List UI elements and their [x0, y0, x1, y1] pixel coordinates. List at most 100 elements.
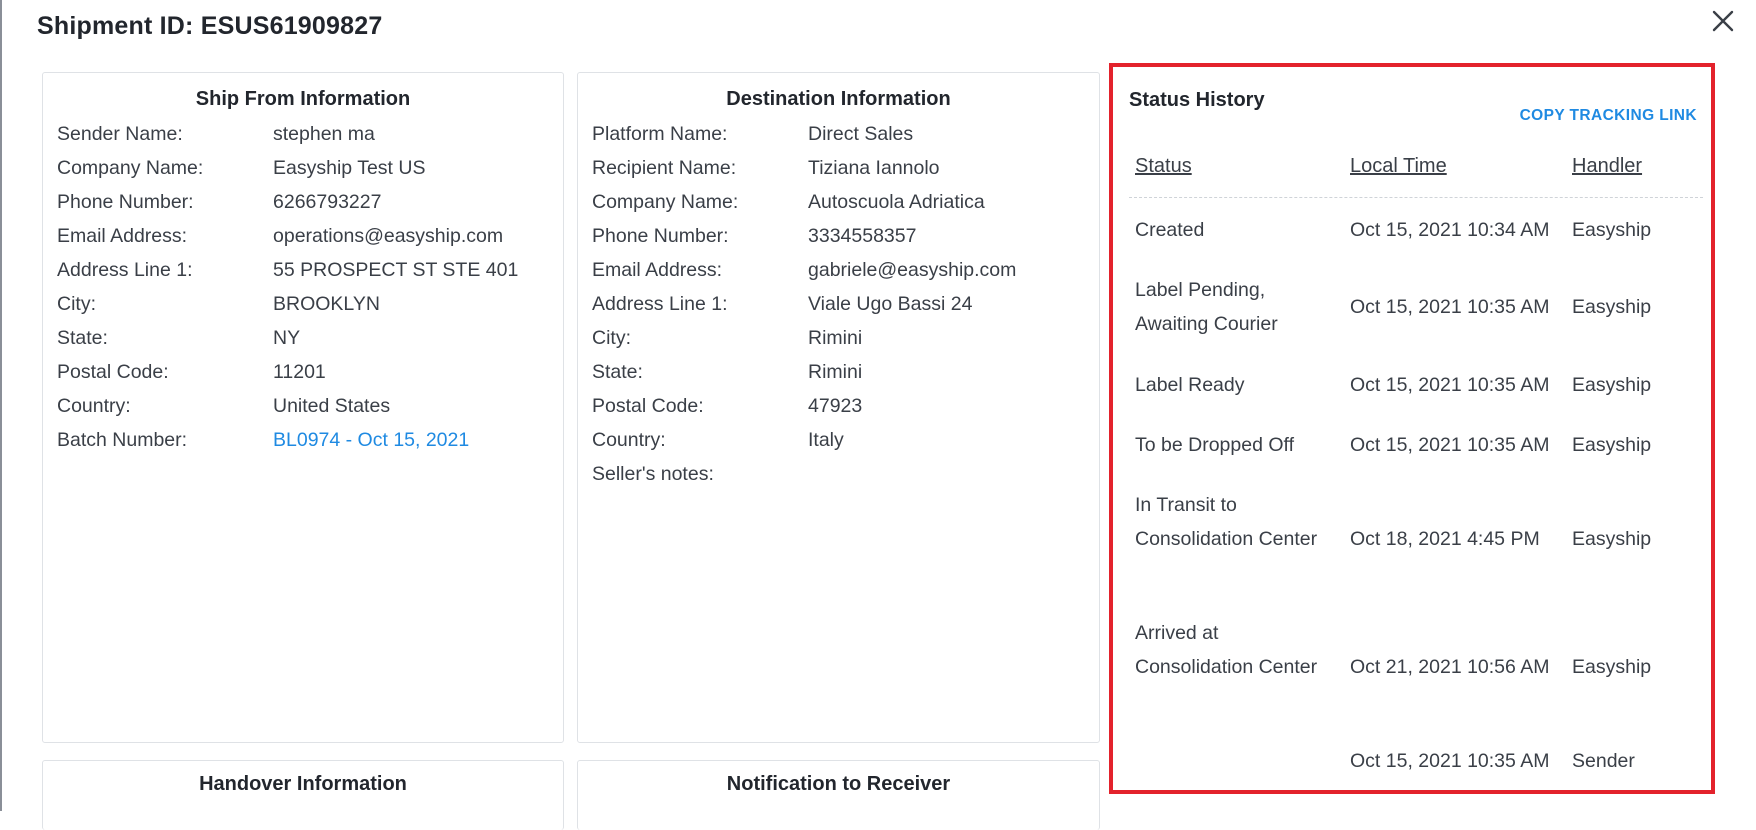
handler-cell: Easyship: [1572, 434, 1652, 456]
address-line-1-row: Address Line 1: Viale Ugo Bassi 24: [592, 293, 1089, 327]
row-label: Email Address:: [57, 225, 188, 247]
time-cell: Oct 15, 2021 10:35 AM: [1350, 434, 1550, 456]
status-cell: To be Dropped Off: [1135, 434, 1294, 456]
column-header-handler[interactable]: Handler: [1572, 155, 1642, 178]
notification-panel: Notification to Receiver: [577, 760, 1100, 830]
time-cell: Oct 18, 2021 4:45 PM: [1350, 528, 1540, 550]
row-label: Address Line 1:: [592, 293, 728, 315]
handler-cell: Easyship: [1572, 296, 1652, 318]
sender-name-row: Sender Name: stephen ma: [57, 123, 553, 157]
row-label: Platform Name:: [592, 123, 728, 145]
handler-cell: Sender: [1572, 750, 1635, 772]
destination-rows: Platform Name: Direct Sales Recipient Na…: [592, 123, 1089, 497]
handover-title: Handover Information: [199, 773, 407, 795]
close-icon: [1712, 10, 1734, 32]
time-cell: Oct 15, 2021 10:35 AM: [1350, 750, 1550, 772]
row-value: BROOKLYN: [273, 293, 380, 315]
row-value: NY: [273, 327, 301, 349]
postal-code-row: Postal Code: 47923: [592, 395, 1089, 429]
row-value: 3334558357: [808, 225, 917, 247]
time-cell: Oct 21, 2021 10:56 AM: [1350, 656, 1550, 678]
row-value: stephen ma: [273, 123, 375, 145]
status-cell: In Transit to Consolidation Center: [1135, 494, 1318, 550]
copy-tracking-link[interactable]: COPY TRACKING LINK: [1520, 107, 1697, 125]
row-label: Phone Number:: [592, 225, 729, 247]
email-address-row: Email Address: operations@easyship.com: [57, 225, 553, 259]
status-cell: Arrived at Consolidation Center: [1135, 622, 1318, 678]
postal-code-row: Postal Code: 11201: [57, 361, 553, 395]
row-value: 55 PROSPECT ST STE 401: [273, 259, 519, 281]
company-name-row: Company Name: Easyship Test US: [57, 157, 553, 191]
row-label: Country:: [592, 429, 666, 451]
destination-panel: Destination Information Platform Name: D…: [577, 72, 1100, 743]
city-row: City: BROOKLYN: [57, 293, 553, 327]
phone-number-row: Phone Number: 6266793227: [57, 191, 553, 225]
destination-title: Destination Information: [726, 88, 951, 110]
row-label: State:: [592, 361, 643, 383]
row-label: City:: [57, 293, 96, 315]
status-history-panel: Status History COPY TRACKING LINK Status…: [1109, 63, 1715, 794]
sellers-notes-row: Seller's notes:: [592, 463, 1089, 497]
row-value: Rimini: [808, 327, 863, 349]
platform-name-row: Platform Name: Direct Sales: [592, 123, 1089, 157]
row-value: Italy: [808, 429, 844, 451]
window-edge: [0, 0, 2, 811]
time-cell: Oct 15, 2021 10:34 AM: [1350, 219, 1550, 241]
row-label: Postal Code:: [57, 361, 169, 383]
status-history-title: Status History: [1129, 89, 1265, 111]
row-value: 11201: [273, 361, 326, 383]
recipient-name-row: Recipient Name: Tiziana Iannolo: [592, 157, 1089, 191]
row-label: Email Address:: [592, 259, 723, 281]
handler-cell: Easyship: [1572, 374, 1652, 396]
email-address-row: Email Address: gabriele@easyship.com: [592, 259, 1089, 293]
row-value: [808, 463, 1089, 497]
handler-cell: Easyship: [1572, 219, 1652, 241]
ship-from-panel: Ship From Information Sender Name: steph…: [42, 72, 564, 743]
row-label: Address Line 1:: [57, 259, 193, 281]
row-value: Easyship Test US: [273, 157, 426, 179]
row-label: Seller's notes:: [592, 463, 714, 485]
time-cell: Oct 15, 2021 10:35 AM: [1350, 296, 1550, 318]
row-value: United States: [273, 395, 391, 417]
row-value: Viale Ugo Bassi 24: [808, 293, 973, 315]
row-value: Autoscuola Adriatica: [808, 191, 985, 213]
notification-title: Notification to Receiver: [726, 773, 951, 795]
handover-panel: Handover Information: [42, 760, 564, 830]
country-row: Country: Italy: [592, 429, 1089, 463]
row-value: gabriele@easyship.com: [808, 259, 1017, 281]
column-header-local-time[interactable]: Local Time: [1350, 155, 1447, 178]
row-label: Phone Number:: [57, 191, 194, 213]
column-header-status[interactable]: Status: [1135, 155, 1192, 178]
row-label: Company Name:: [592, 191, 739, 213]
ship-from-rows: Sender Name: stephen ma Company Name: Ea…: [57, 123, 553, 463]
city-row: City: Rimini: [592, 327, 1089, 361]
phone-number-row: Phone Number: 3334558357: [592, 225, 1089, 259]
state-row: State: Rimini: [592, 361, 1089, 395]
handler-cell: Easyship: [1572, 528, 1652, 550]
page-title: Shipment ID: ESUS61909827: [37, 12, 383, 40]
batch-number-link[interactable]: BL0974 - Oct 15, 2021: [273, 429, 553, 463]
close-button[interactable]: [1706, 4, 1740, 38]
row-label: Batch Number:: [57, 429, 188, 451]
row-value: Rimini: [808, 361, 863, 383]
row-value: Tiziana Iannolo: [808, 157, 940, 179]
address-line-1-row: Address Line 1: 55 PROSPECT ST STE 401: [57, 259, 553, 293]
status-cell: Label Pending, Awaiting Courier: [1135, 279, 1278, 335]
row-label: State:: [57, 327, 108, 349]
row-label: City:: [592, 327, 631, 349]
row-label: Postal Code:: [592, 395, 704, 417]
row-value: 47923: [808, 395, 863, 417]
row-label: Country:: [57, 395, 131, 417]
company-name-row: Company Name: Autoscuola Adriatica: [592, 191, 1089, 225]
row-value: Direct Sales: [808, 123, 914, 145]
time-cell: Oct 15, 2021 10:35 AM: [1350, 374, 1550, 396]
row-label: Sender Name:: [57, 123, 183, 145]
batch-number-row: Batch Number: BL0974 - Oct 15, 2021: [57, 429, 553, 463]
country-row: Country: United States: [57, 395, 553, 429]
header-divider: [1129, 197, 1703, 198]
row-label: Company Name:: [57, 157, 204, 179]
status-cell: Created: [1135, 219, 1205, 241]
row-label: Recipient Name:: [592, 157, 737, 179]
status-cell: Label Ready: [1135, 374, 1245, 396]
row-value: operations@easyship.com: [273, 225, 504, 247]
